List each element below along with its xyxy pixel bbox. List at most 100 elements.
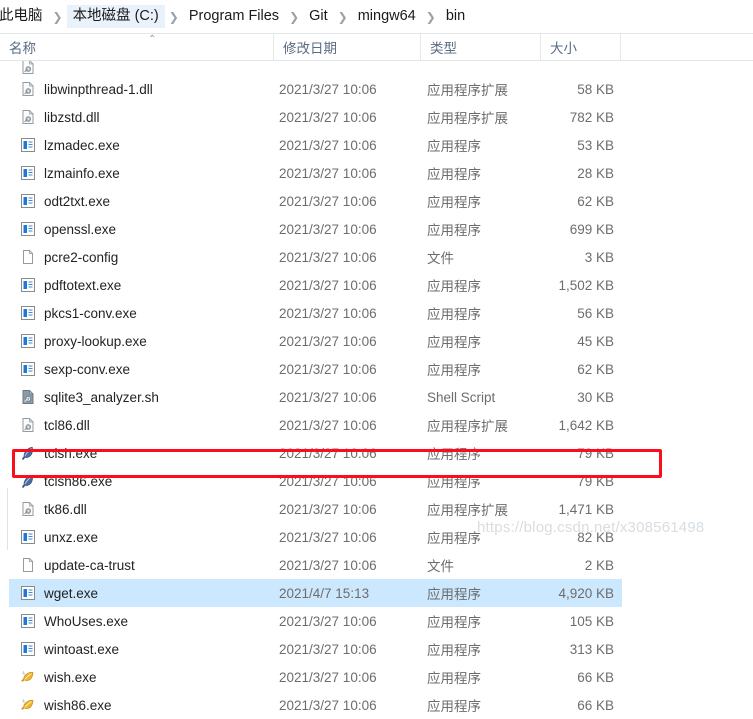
feather-yellow-icon <box>21 671 34 682</box>
breadcrumb-item-bin[interactable]: bin <box>440 5 471 29</box>
table-row[interactable]: wish86.exe 2021/3/27 10:06 应用程序 66 KB <box>0 691 753 719</box>
table-row[interactable]: wintoast.exe 2021/3/27 10:06 应用程序 313 KB <box>0 635 753 663</box>
cell-file-name[interactable]: tcl86.dll <box>20 417 90 433</box>
cell-date-modified: 2021/3/27 10:06 <box>279 165 377 181</box>
file-name-label: proxy-lookup.exe <box>44 333 147 349</box>
table-row[interactable]: sexp-conv.exe 2021/3/27 10:06 应用程序 62 KB <box>0 355 753 383</box>
table-row[interactable]: wget.exe 2021/4/7 15:13 应用程序 4,920 KB <box>0 579 753 607</box>
exe-icon <box>21 278 35 292</box>
cell-file-type: 文件 <box>427 251 454 266</box>
exe-icon <box>21 586 35 600</box>
cell-file-name[interactable]: wish.exe <box>20 669 97 685</box>
feather-blue-icon <box>21 446 33 460</box>
cell-file-name[interactable]: wish86.exe <box>20 697 112 713</box>
cell-file-size: 53 KB <box>577 137 614 153</box>
table-row[interactable]: pcre2-config 2021/3/27 10:06 文件 3 KB <box>0 243 753 271</box>
table-row[interactable]: tclsh.exe 2021/3/27 10:06 应用程序 79 KB <box>0 439 753 467</box>
column-header-type-label: 类型 <box>430 41 457 56</box>
table-row[interactable]: lzmadec.exe 2021/3/27 10:06 应用程序 53 KB <box>0 131 753 159</box>
breadcrumb-item-[interactable]: 此电脑 <box>0 5 49 29</box>
cell-file-name[interactable]: tclsh.exe <box>20 445 97 461</box>
table-row[interactable]: proxy-lookup.exe 2021/3/27 10:06 应用程序 45 KB <box>0 327 753 355</box>
table-row[interactable]: pkcs1-conv.exe 2021/3/27 10:06 应用程序 56 KB <box>0 299 753 327</box>
table-row[interactable]: update-ca-trust 2021/3/27 10:06 文件 2 KB <box>0 551 753 579</box>
cell-file-name[interactable]: WhoUses.exe <box>20 613 128 629</box>
table-row[interactable]: tclsh86.exe 2021/3/27 10:06 应用程序 79 KB <box>0 467 753 495</box>
column-header-size[interactable]: 大小 <box>540 34 620 60</box>
table-row[interactable]: lzmainfo.exe 2021/3/27 10:06 应用程序 28 KB <box>0 159 753 187</box>
file-name-label: pdftotext.exe <box>44 277 122 293</box>
file-name-label: odt2txt.exe <box>44 193 111 209</box>
breadcrumb[interactable]: 此电脑 ❯ 本地磁盘 (C:) ❯ Program Files ❯ Git ❯ mingw64 ❯… <box>0 0 753 33</box>
cell-file-type: 应用程序扩展 <box>427 111 508 126</box>
cell-file-name[interactable]: update-ca-trust <box>20 557 135 573</box>
cell-file-size: 79 KB <box>577 445 614 461</box>
cell-file-type: 应用程序 <box>427 363 481 378</box>
cell-file-type: 应用程序 <box>427 139 481 154</box>
cell-date-modified: 2021/3/27 10:06 <box>279 557 377 573</box>
breadcrumb-separator-icon: ❯ <box>168 9 179 24</box>
cell-file-name[interactable]: sexp-conv.exe <box>20 361 130 377</box>
breadcrumb-separator-icon: ❯ <box>425 9 436 24</box>
cell-file-name[interactable]: tk86.dll <box>20 501 87 517</box>
table-row[interactable]: sqlite3_analyzer.sh 2021/3/27 10:06 Shell … <box>0 383 753 411</box>
cell-file-name[interactable]: libwinpthread-1.dll <box>20 81 153 97</box>
file-name-label: pcre2-config <box>44 249 119 265</box>
cell-file-name[interactable]: lzmadec.exe <box>20 137 120 153</box>
table-row[interactable]: pdftotext.exe 2021/3/27 10:06 应用程序 1,502 KB <box>0 271 753 299</box>
cell-file-name[interactable]: odt2txt.exe <box>20 193 110 209</box>
column-header-date-modified[interactable]: 修改日期 <box>273 34 420 60</box>
cell-file-name[interactable]: pdftotext.exe <box>20 277 121 293</box>
column-header-name[interactable]: 名称 ⌃ <box>0 34 273 60</box>
shell-script-icon <box>22 389 34 404</box>
cell-file-name[interactable] <box>20 61 44 75</box>
breadcrumb-item-git[interactable]: Git <box>303 5 334 29</box>
cell-file-name[interactable]: lzmainfo.exe <box>20 165 120 181</box>
column-header-row: 名称 ⌃ 修改日期 类型 大小 <box>0 33 753 61</box>
column-header-type[interactable]: 类型 <box>420 34 540 60</box>
cell-file-size: 313 KB <box>569 641 614 657</box>
table-row[interactable]: odt2txt.exe 2021/3/27 10:06 应用程序 62 KB <box>0 187 753 215</box>
cell-file-name[interactable]: wintoast.exe <box>20 641 119 657</box>
cell-file-size: 79 KB <box>577 473 614 489</box>
file-name-label: sqlite3_analyzer.sh <box>44 389 159 405</box>
cell-file-name[interactable]: tclsh86.exe <box>20 473 112 489</box>
cell-file-type: 应用程序 <box>427 223 481 238</box>
cell-file-type: 应用程序 <box>427 615 481 630</box>
table-row[interactable]: unxz.exe 2021/3/27 10:06 应用程序 82 KB <box>0 523 753 551</box>
table-row[interactable]: openssl.exe 2021/3/27 10:06 应用程序 699 KB <box>0 215 753 243</box>
cell-file-type: 应用程序 <box>427 307 481 322</box>
cell-date-modified: 2021/4/7 15:13 <box>279 585 370 601</box>
table-row[interactable] <box>0 61 753 75</box>
cell-file-name[interactable]: sqlite3_analyzer.sh <box>20 389 159 405</box>
file-list[interactable]: libwinpthread-1.dll 2021/3/27 10:06 应用程序扩展… <box>0 61 753 719</box>
cell-file-name[interactable]: libzstd.dll <box>20 109 100 125</box>
table-row[interactable]: WhoUses.exe 2021/3/27 10:06 应用程序 105 KB <box>0 607 753 635</box>
cell-file-name[interactable]: pcre2-config <box>20 249 118 265</box>
cell-file-size: 782 KB <box>569 109 614 125</box>
table-row[interactable]: libzstd.dll 2021/3/27 10:06 应用程序扩展 782 KB <box>0 103 753 131</box>
cell-file-name[interactable]: pkcs1-conv.exe <box>20 305 137 321</box>
cell-date-modified: 2021/3/27 10:06 <box>279 473 377 489</box>
cell-file-size: 62 KB <box>577 193 614 209</box>
cell-date-modified: 2021/3/27 10:06 <box>279 669 377 685</box>
cell-file-size: 3 KB <box>584 249 614 265</box>
breadcrumb-item-program-files[interactable]: Program Files <box>183 5 285 29</box>
cell-file-name[interactable]: unxz.exe <box>20 529 98 545</box>
dll-icon <box>22 501 34 516</box>
table-row[interactable]: tcl86.dll 2021/3/27 10:06 应用程序扩展 1,642 KB <box>0 411 753 439</box>
breadcrumb-item-mingw64[interactable]: mingw64 <box>352 5 422 29</box>
table-row[interactable]: tk86.dll 2021/3/27 10:06 应用程序扩展 1,471 KB <box>0 495 753 523</box>
cell-file-name[interactable]: wget.exe <box>20 585 98 601</box>
cell-file-size: 45 KB <box>577 333 614 349</box>
file-name-label: openssl.exe <box>44 221 117 237</box>
table-row[interactable]: libwinpthread-1.dll 2021/3/27 10:06 应用程序扩展… <box>0 75 753 103</box>
cell-file-name[interactable]: proxy-lookup.exe <box>20 333 147 349</box>
breadcrumb-item-c[interactable]: 本地磁盘 (C:) <box>66 4 165 29</box>
cell-file-size: 1,502 KB <box>558 277 614 293</box>
cell-file-type: 应用程序扩展 <box>427 419 508 434</box>
cell-file-name[interactable]: openssl.exe <box>20 221 116 237</box>
cell-file-size: 56 KB <box>577 305 614 321</box>
table-row[interactable]: wish.exe 2021/3/27 10:06 应用程序 66 KB <box>0 663 753 691</box>
cell-date-modified: 2021/3/27 10:06 <box>279 333 377 349</box>
